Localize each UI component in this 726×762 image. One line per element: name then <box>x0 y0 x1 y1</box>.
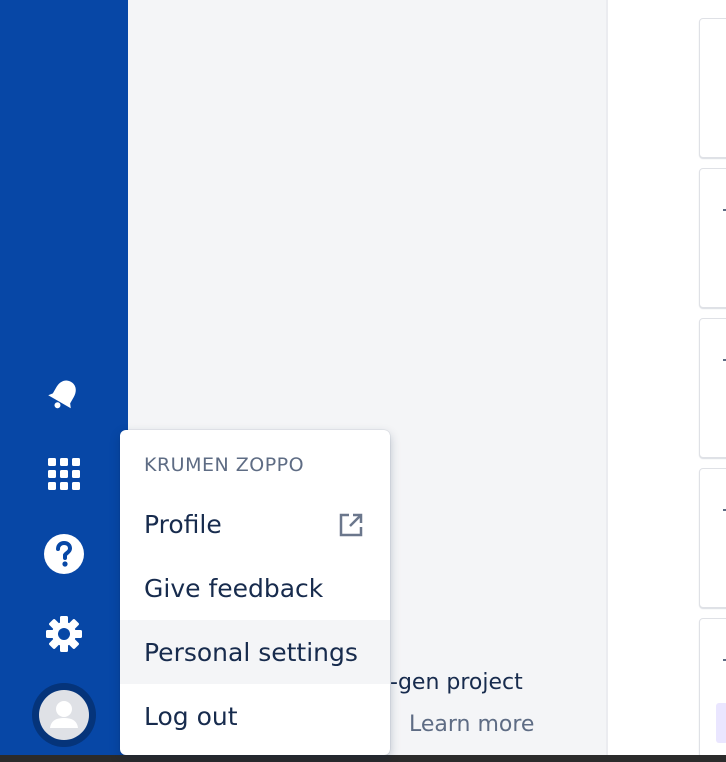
avatar-icon <box>39 690 89 740</box>
menu-item-label: Log out <box>144 701 238 731</box>
learn-more-link[interactable]: Learn more <box>409 712 534 737</box>
profile-dropdown-menu: KRUMEN ZOPPO Profile Give feedback Perso… <box>120 430 390 755</box>
app-switcher-icon[interactable] <box>40 450 88 498</box>
issue-label-tag <box>716 703 726 743</box>
settings-icon[interactable] <box>40 610 88 658</box>
menu-item-personal-settings[interactable]: Personal settings <box>120 620 390 684</box>
menu-item-label: Give feedback <box>144 573 324 603</box>
notifications-icon[interactable] <box>40 370 88 418</box>
issue-card[interactable] <box>699 468 726 608</box>
issue-card[interactable] <box>699 18 726 158</box>
menu-item-log-out[interactable]: Log out <box>120 684 390 748</box>
profile-avatar-button[interactable] <box>32 683 96 747</box>
external-link-icon <box>338 512 364 544</box>
help-icon[interactable] <box>40 530 88 578</box>
menu-user-name: KRUMEN ZOPPO <box>144 454 305 476</box>
bottom-bar <box>0 755 726 762</box>
project-teaser-text: -gen project <box>390 670 523 695</box>
menu-item-label: Profile <box>144 509 222 539</box>
menu-item-profile[interactable]: Profile <box>120 492 390 556</box>
issue-card[interactable] <box>699 168 726 308</box>
menu-item-give-feedback[interactable]: Give feedback <box>120 556 390 620</box>
menu-item-label: Personal settings <box>144 637 358 667</box>
global-sidebar <box>0 0 128 762</box>
issue-card[interactable] <box>699 318 726 458</box>
